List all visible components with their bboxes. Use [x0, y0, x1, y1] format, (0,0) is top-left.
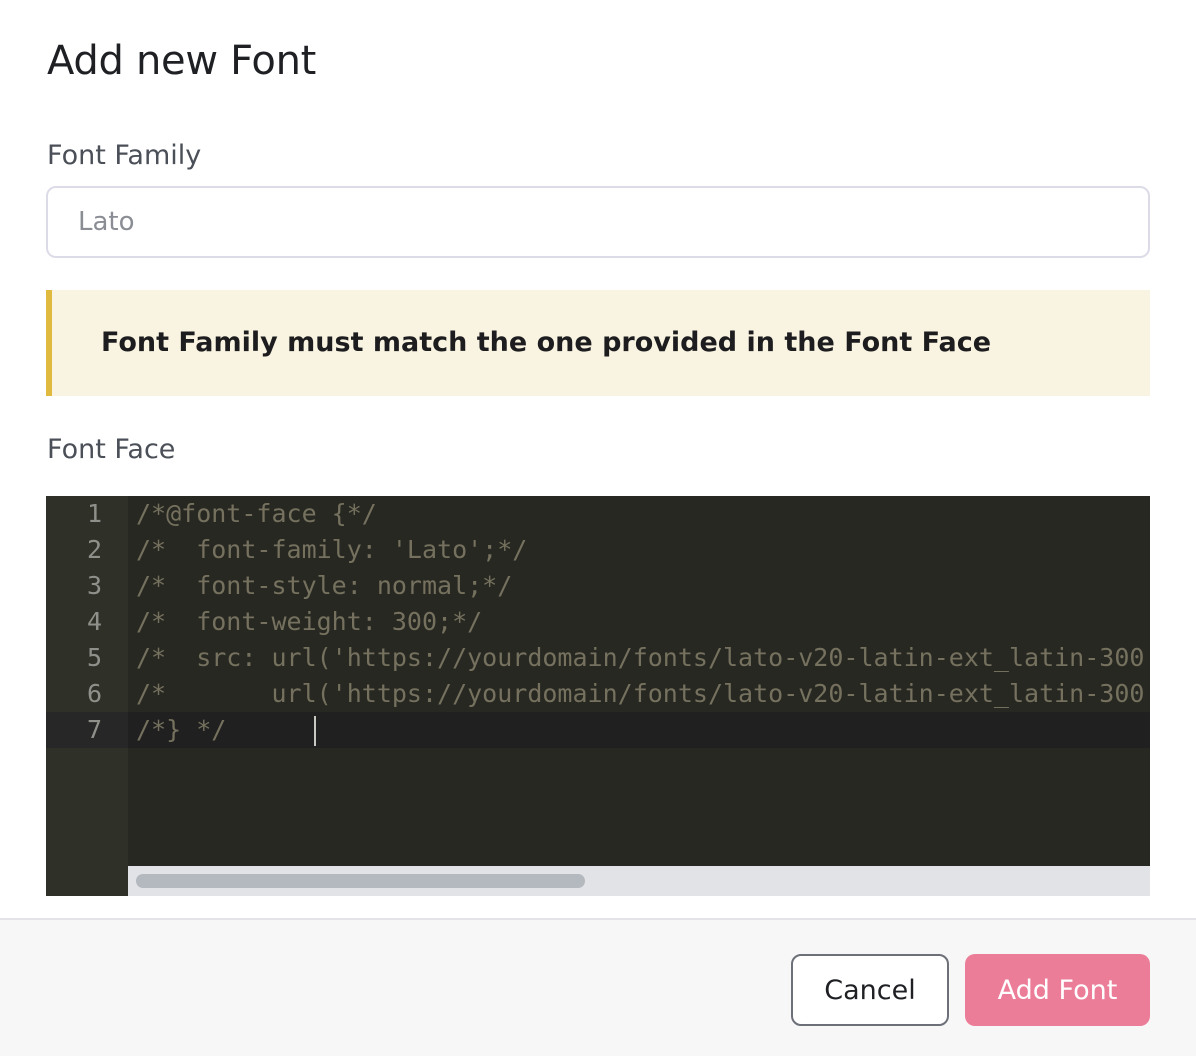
code-line: /*@font-face {*/	[136, 499, 377, 528]
font-family-notice: Font Family must match the one provided …	[46, 290, 1150, 396]
dialog-title: Add new Font	[47, 38, 317, 84]
scrollbar-thumb[interactable]	[136, 874, 585, 888]
code-line: /* src: url('https://yourdomain/fonts/la…	[136, 643, 1150, 672]
add-font-dialog: Add new Font Font Family Font Family mus…	[0, 0, 1196, 1056]
horizontal-scrollbar[interactable]	[128, 866, 1150, 896]
cancel-button[interactable]: Cancel	[791, 954, 949, 1026]
dialog-footer: Cancel Add Font	[0, 918, 1196, 1056]
line-number-gutter: 1 2 3 4 5 6 7	[46, 496, 128, 896]
line-number: 1	[86, 499, 102, 528]
code-line: /* url('https://yourdomain/fonts/lato-v2…	[136, 679, 1150, 708]
notice-text: Font Family must match the one provided …	[101, 327, 992, 358]
line-number: 4	[86, 607, 102, 636]
code-line: /*} */	[136, 715, 227, 744]
font-face-code-editor[interactable]: 1 2 3 4 5 6 7 /*@font-face {*/ /* font-f…	[46, 496, 1150, 896]
font-family-label: Font Family	[47, 140, 202, 171]
line-number: 3	[86, 571, 102, 600]
add-font-button[interactable]: Add Font	[965, 954, 1150, 1026]
line-number: 7	[86, 715, 102, 744]
code-line: /* font-style: normal;*/	[136, 571, 513, 600]
line-number: 5	[86, 643, 102, 672]
font-family-input[interactable]	[46, 186, 1150, 258]
line-number: 6	[86, 679, 102, 708]
text-cursor	[314, 716, 316, 746]
code-line: /* font-family: 'Lato';*/	[136, 535, 528, 564]
code-line: /* font-weight: 300;*/	[136, 607, 483, 636]
code-text-area[interactable]: /*@font-face {*/ /* font-family: 'Lato';…	[128, 496, 1150, 866]
line-number: 2	[86, 535, 102, 564]
font-face-label: Font Face	[47, 434, 176, 465]
